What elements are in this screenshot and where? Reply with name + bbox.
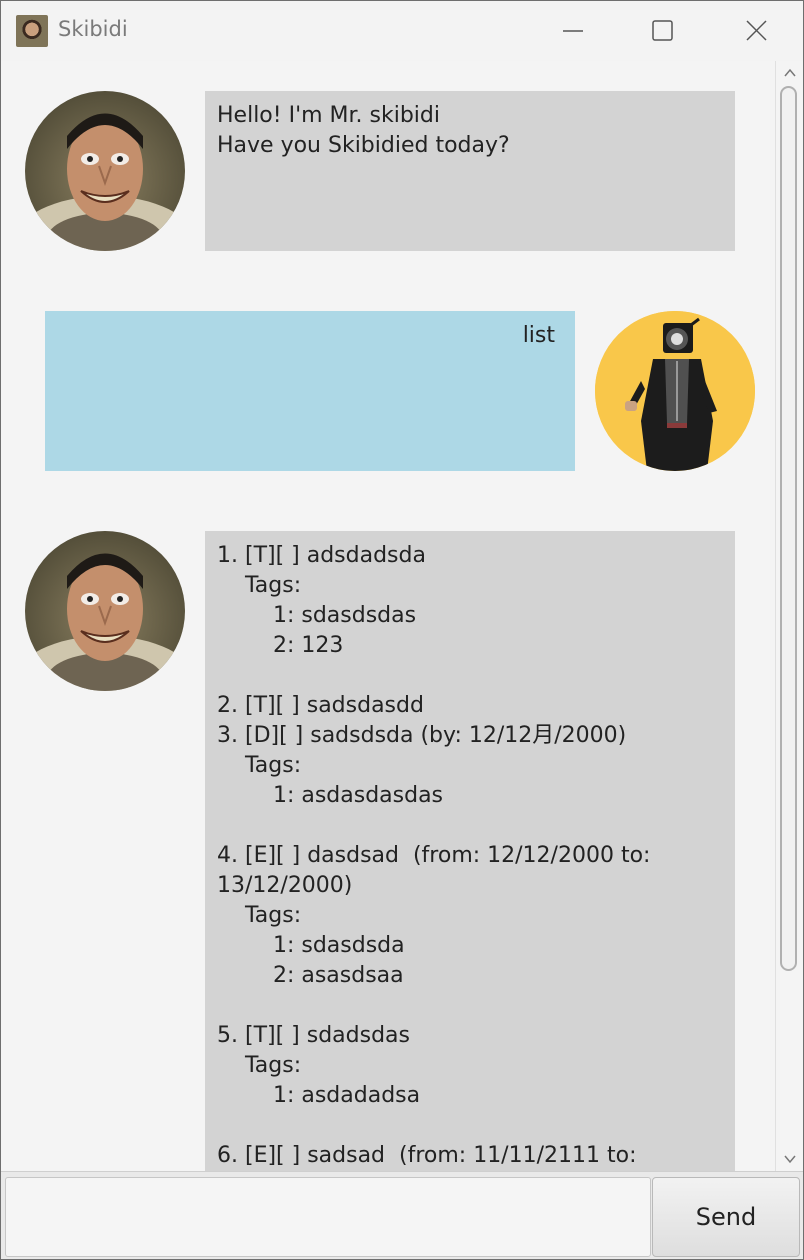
skibidi-toilet-icon (16, 15, 48, 47)
scroll-down-icon[interactable] (780, 1151, 800, 1167)
bot-message-text: 1. [T][ ] adsdadsda Tags: 1: sdasdsdas 2… (205, 531, 735, 1171)
minimize-button[interactable] (527, 1, 619, 61)
chat-scroll-pane[interactable]: Hello! I'm Mr. skibidi Have you Skibidie… (3, 61, 775, 1171)
input-bar: Send (1, 1171, 803, 1259)
close-button[interactable] (711, 1, 803, 61)
maximize-icon (652, 20, 673, 41)
user-input-field[interactable] (5, 1177, 651, 1257)
skibidi-toilet-avatar (25, 531, 185, 691)
close-icon (746, 20, 767, 41)
dialog-box-bot: Hello! I'm Mr. skibidi Have you Skibidie… (3, 91, 775, 251)
window-title: Skibidi (58, 17, 128, 41)
app-window: Skibidi Hello! I'm Mr. skibidi Have you … (0, 0, 804, 1260)
cameraman-avatar (595, 311, 755, 471)
dialog-box-user: list (3, 311, 775, 471)
vertical-scrollbar[interactable] (775, 61, 803, 1171)
title-bar[interactable]: Skibidi (1, 1, 803, 61)
maximize-button[interactable] (617, 1, 709, 61)
skibidi-toilet-avatar (25, 91, 185, 251)
user-message-text: list (45, 311, 575, 471)
dialog-box-bot: 1. [T][ ] adsdadsda Tags: 1: sdasdsdas 2… (3, 531, 775, 1171)
minimize-icon (563, 30, 583, 32)
send-button[interactable]: Send (652, 1177, 800, 1257)
bot-message-text: Hello! I'm Mr. skibidi Have you Skibidie… (205, 91, 735, 251)
scroll-up-icon[interactable] (780, 65, 800, 81)
scrollbar-thumb[interactable] (780, 86, 797, 971)
